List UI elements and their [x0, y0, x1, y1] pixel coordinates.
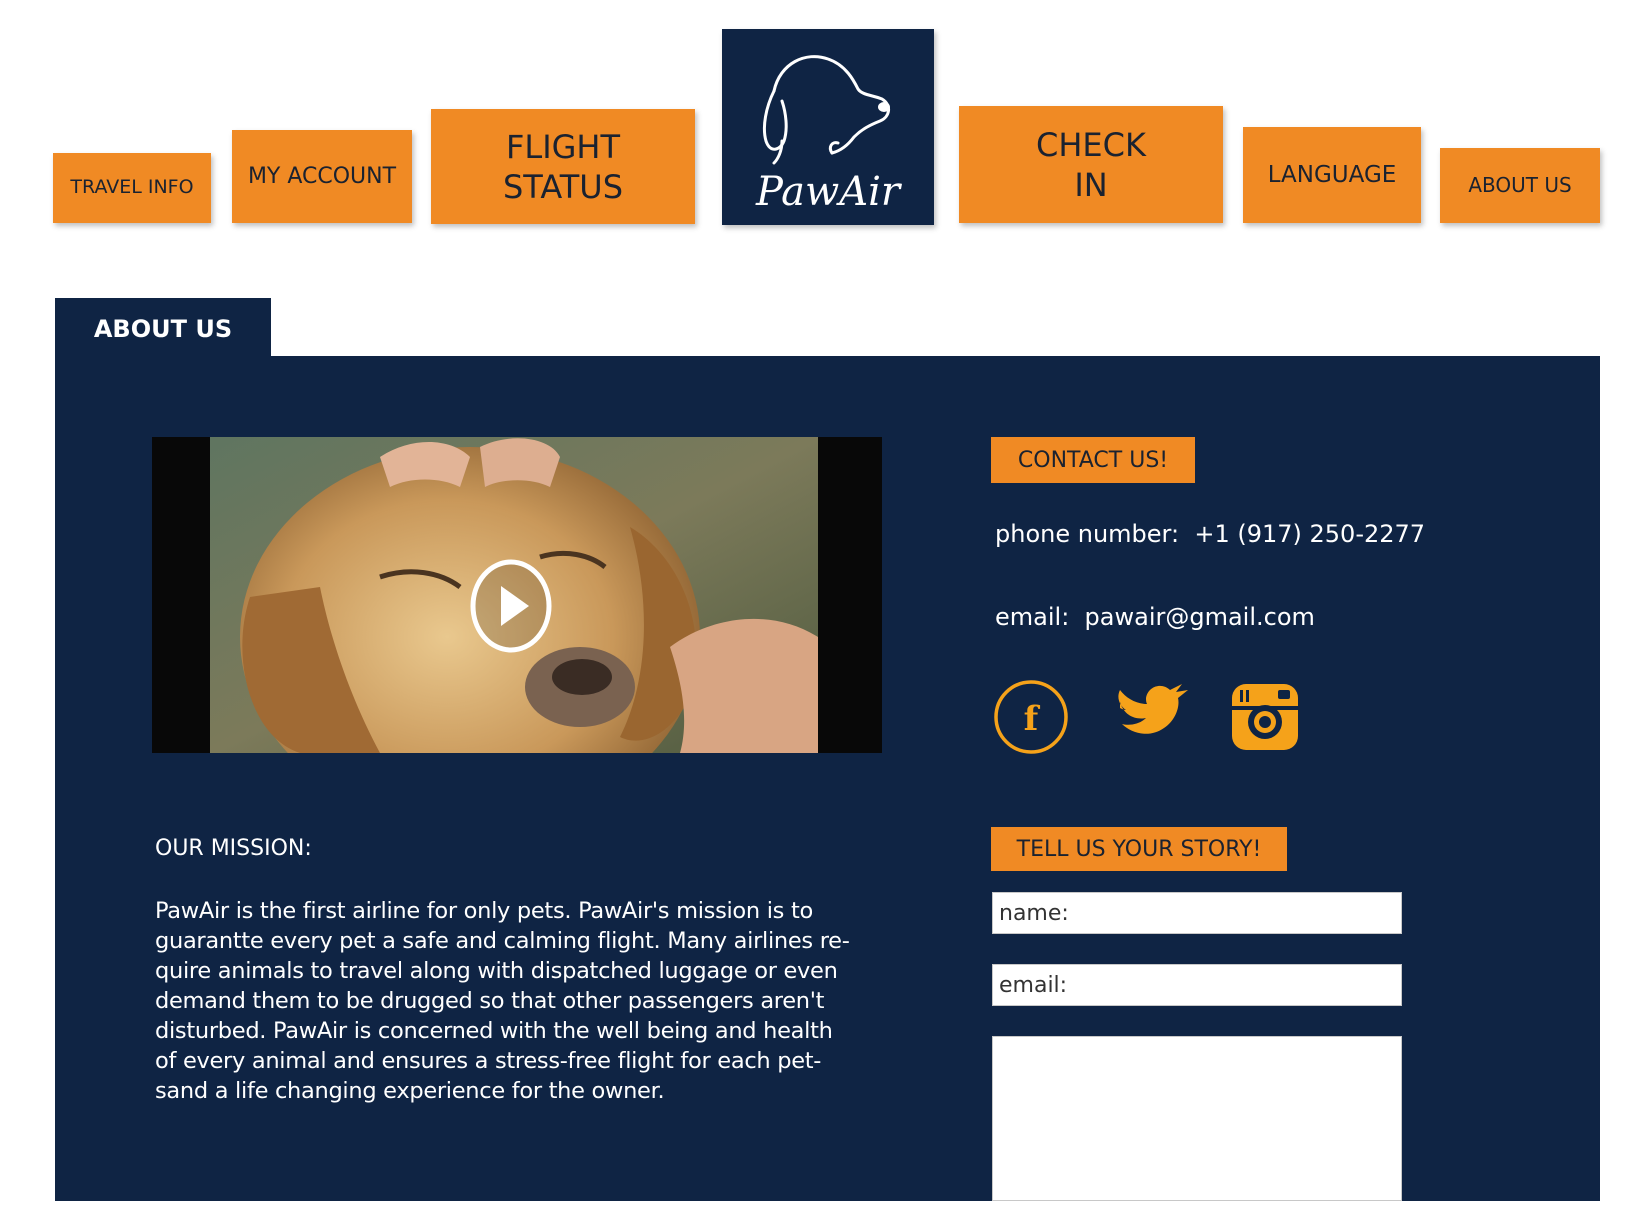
phone-value[interactable]: +1 (917) 250-2277: [1194, 520, 1425, 548]
twitter-icon[interactable]: [1112, 678, 1190, 756]
mission-line: demand them to be drugged so that other …: [155, 988, 825, 1014]
svg-text:f: f: [1024, 699, 1041, 739]
mission-line: PawAir is the first airline for only pet…: [155, 898, 813, 924]
mission-line: disturbed. PawAir is concerned with the …: [155, 1018, 833, 1044]
story-email-input[interactable]: [992, 964, 1402, 1006]
phone-line: phone number: +1 (917) 250-2277: [995, 520, 1425, 548]
nav-about-us-button[interactable]: ABOUT US: [1440, 148, 1600, 223]
email-label: email:: [995, 603, 1070, 631]
nav-travel-info-label: TRAVEL INFO: [70, 176, 194, 199]
email-line: email: pawair@gmail.com: [995, 603, 1315, 631]
facebook-icon[interactable]: f: [992, 678, 1070, 756]
tell-your-story-heading: TELL US YOUR STORY!: [991, 827, 1287, 871]
mission-text: PawAir is the first airline for only pet…: [155, 896, 890, 1106]
nav-travel-info-button[interactable]: TRAVEL INFO: [53, 153, 211, 223]
mission-title: OUR MISSION:: [155, 836, 312, 861]
nav-check-in-label: CHECK IN: [1036, 125, 1146, 204]
story-name-input[interactable]: [992, 892, 1402, 934]
nav-about-us-label: ABOUT US: [1468, 173, 1572, 197]
nav-my-account-label: MY ACCOUNT: [247, 163, 397, 189]
tab-about-us-label: ABOUT US: [93, 315, 233, 343]
dog-logo-icon: PawAir: [755, 55, 903, 215]
instagram-icon[interactable]: [1226, 678, 1304, 756]
logo-text: PawAir: [755, 169, 903, 215]
phone-label: phone number:: [995, 520, 1180, 548]
nav-check-in-button[interactable]: CHECK IN: [959, 106, 1223, 223]
tab-about-us[interactable]: ABOUT US: [55, 298, 271, 360]
mission-line: quire animals to travel along with dispa…: [155, 958, 838, 984]
play-icon[interactable]: [469, 558, 553, 654]
contact-us-heading-label: CONTACT US!: [1017, 447, 1169, 473]
tell-your-story-heading-label: TELL US YOUR STORY!: [1016, 836, 1262, 862]
nav-flight-status-button[interactable]: FLIGHT STATUS: [431, 109, 695, 224]
pawair-logo[interactable]: PawAir: [722, 29, 934, 225]
contact-us-heading: CONTACT US!: [991, 437, 1195, 483]
nav-my-account-button[interactable]: MY ACCOUNT: [232, 130, 412, 223]
email-value[interactable]: pawair@gmail.com: [1085, 603, 1315, 631]
nav-language-label: LANGUAGE: [1267, 161, 1397, 188]
mission-line: of every animal and ensures a stress-fre…: [155, 1048, 822, 1074]
story-text-area[interactable]: [992, 1036, 1402, 1201]
mission-line: sand a life changing experience for the …: [155, 1078, 665, 1104]
mission-line: guarantte every pet a safe and calming f…: [155, 928, 850, 954]
nav-flight-status-label: FLIGHT STATUS: [502, 127, 624, 206]
nav-language-button[interactable]: LANGUAGE: [1243, 127, 1421, 223]
